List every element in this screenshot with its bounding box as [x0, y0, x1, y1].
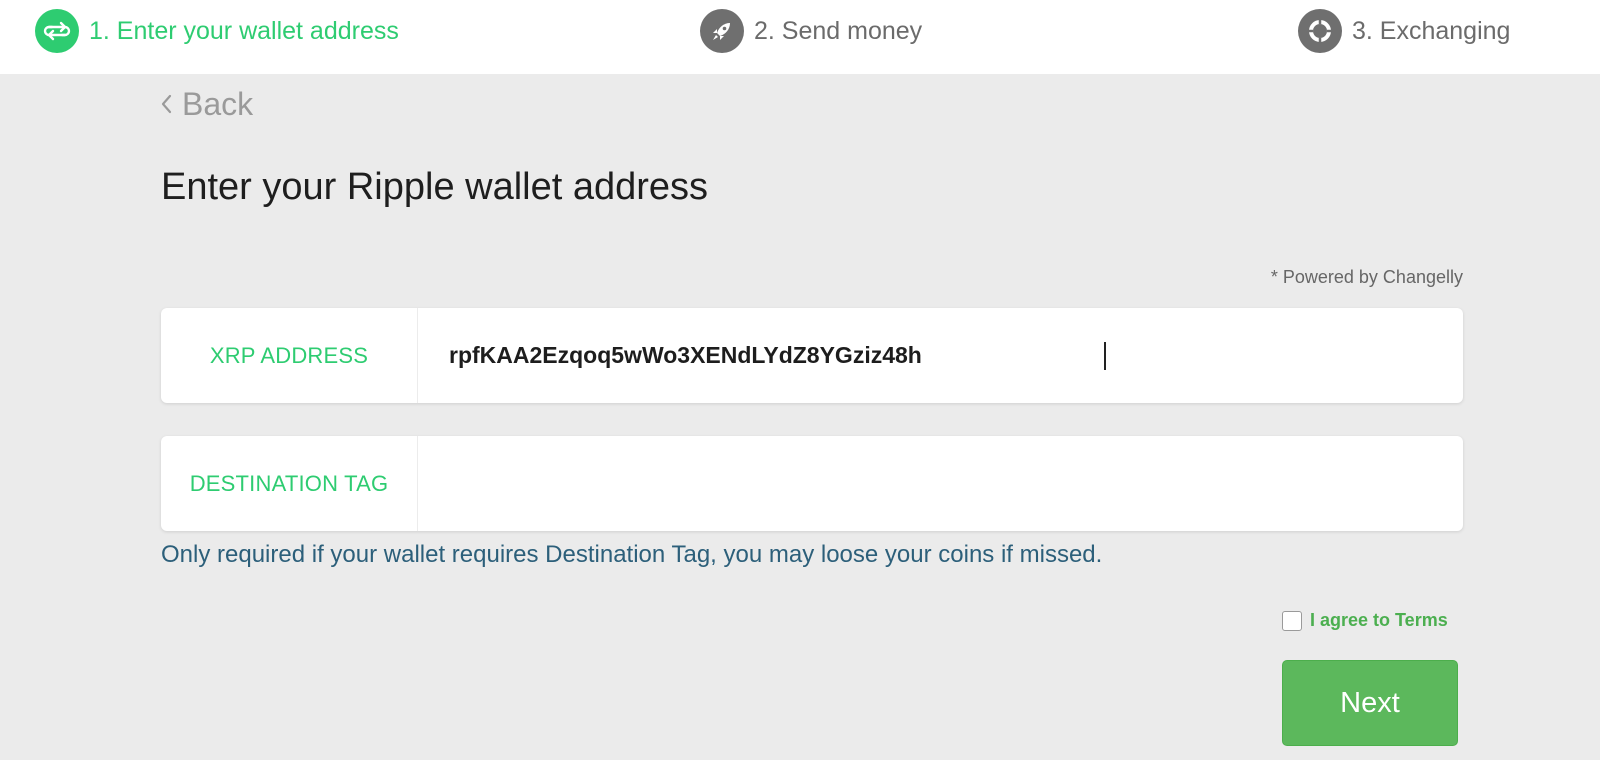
step-enter-wallet-address: 1. Enter your wallet address [35, 8, 399, 54]
xrp-address-input[interactable] [418, 308, 1463, 403]
agree-terms-checkbox[interactable]: I agree to Terms [1282, 610, 1448, 631]
destination-tag-input[interactable] [418, 436, 1463, 531]
text-cursor [1104, 342, 1106, 370]
xrp-address-label: XRP ADDRESS [161, 308, 418, 403]
exchange-arrows-icon [35, 9, 79, 53]
page-title: Enter your Ripple wallet address [161, 166, 709, 208]
next-button[interactable]: Next [1282, 660, 1458, 746]
chevron-left-icon [160, 92, 176, 116]
back-label: Back [182, 85, 254, 122]
step-label: 3. Exchanging [1352, 16, 1511, 45]
step-exchanging: 3. Exchanging [1298, 8, 1510, 54]
destination-tag-hint: Only required if your wallet requires De… [161, 541, 1103, 568]
checkbox-box[interactable] [1282, 610, 1302, 631]
xrp-address-field: XRP ADDRESS [161, 308, 1463, 403]
destination-tag-field: DESTINATION TAG [161, 436, 1463, 531]
agree-terms-label[interactable]: I agree to Terms [1310, 610, 1448, 631]
step-send-money: 2. Send money [700, 8, 922, 54]
destination-tag-label: DESTINATION TAG [161, 436, 418, 531]
powered-by-note: * Powered by Changelly [1270, 267, 1463, 287]
back-link[interactable]: Back [160, 84, 253, 124]
step-label: 2. Send money [754, 16, 923, 45]
rocket-icon [700, 9, 744, 53]
step-label: 1. Enter your wallet address [89, 16, 399, 45]
loading-ring-icon [1298, 9, 1342, 53]
progress-steps: 1. Enter your wallet address 2. Send mon… [0, 0, 1600, 74]
